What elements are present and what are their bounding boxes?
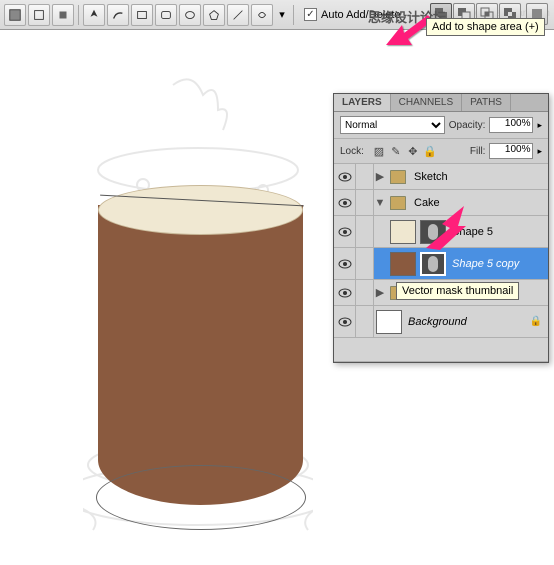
pen-tool-btn[interactable] [83,4,105,26]
lock-pixels-icon[interactable]: ✎ [389,144,403,158]
lock-all-icon[interactable]: 🔒 [423,144,437,158]
visibility-toggle[interactable] [334,248,356,279]
lock-transparency-icon[interactable]: ▨ [372,144,386,158]
rounded-rect-btn[interactable] [155,4,177,26]
vector-mask-thumbnail-selected[interactable] [420,252,446,276]
panel-tabs: LAYERS CHANNELS PATHS [334,94,548,112]
twisty-icon[interactable]: ▶ [374,170,386,183]
path-bottom-ellipse[interactable] [96,465,306,530]
lock-position-icon[interactable]: ✥ [406,144,420,158]
polygon-shape-btn[interactable] [203,4,225,26]
twisty-icon[interactable]: ▼ [374,197,386,209]
layer-row-background[interactable]: Background 🔒 [334,306,548,338]
freeform-pen-btn[interactable] [107,4,129,26]
rectangle-shape-btn[interactable] [131,4,153,26]
folder-icon [390,170,406,184]
cake-body [98,205,303,505]
shape-options-btn[interactable]: ▾ [275,4,289,26]
link-col [356,164,374,189]
visibility-toggle[interactable] [334,190,356,215]
link-col [356,306,374,337]
lock-fill-row: Lock: ▨ ✎ ✥ 🔒 Fill: 100% ▸ [334,139,548,164]
paths-btn[interactable] [28,4,50,26]
toolbar-divider-2 [293,5,294,25]
custom-shape-btn[interactable] [251,4,273,26]
cake-top-ellipse [98,185,303,235]
blend-opacity-row: Normal Opacity: 100% ▸ [334,112,548,139]
tab-layers[interactable]: LAYERS [334,94,391,111]
layer-name[interactable]: Shape 5 copy [448,258,548,270]
twisty-icon[interactable]: ▶ [374,286,386,299]
fill-label: Fill: [470,146,486,157]
cake-cylinder [98,185,303,505]
callout-arrow-2 [420,204,470,254]
tab-channels[interactable]: CHANNELS [391,94,462,111]
layer-list: ▶ Sketch ▼ Cake Shape 5 Sha [334,164,548,362]
layer-thumbnail[interactable] [390,252,416,276]
fill-pixels-btn[interactable] [52,4,74,26]
empty-layer-area [334,338,548,362]
line-shape-btn[interactable] [227,4,249,26]
layer-thumbnail[interactable] [376,310,402,334]
link-col [356,280,374,305]
auto-add-delete-checkbox[interactable]: ✓ [304,8,317,21]
blend-mode-select[interactable]: Normal [340,116,445,134]
fill-input[interactable]: 100% [489,143,533,159]
fill-flyout-icon[interactable]: ▸ [537,146,542,157]
tooltip-vector-mask: Vector mask thumbnail [396,282,519,300]
lock-icons: ▨ ✎ ✥ 🔒 [372,144,437,158]
visibility-toggle[interactable] [334,164,356,189]
ellipse-shape-btn[interactable] [179,4,201,26]
link-col [356,248,374,279]
visibility-toggle[interactable] [334,280,356,305]
layer-row-sketch[interactable]: ▶ Sketch [334,164,548,190]
link-col [356,190,374,215]
cake-artwork [58,75,338,565]
link-col [356,216,374,247]
tooltip-add-shape: Add to shape area (+) [426,18,545,36]
tab-paths[interactable]: PATHS [462,94,511,111]
layer-name[interactable]: Sketch [410,171,548,183]
layer-name[interactable]: Background [404,316,530,328]
visibility-toggle[interactable] [334,216,356,247]
folder-icon [390,196,406,210]
lock-indicator-icon: 🔒 [530,316,548,327]
lock-label: Lock: [340,146,364,157]
shape-layers-btn[interactable] [4,4,26,26]
opacity-input[interactable]: 100% [489,117,533,133]
layer-thumbnail[interactable] [390,220,416,244]
visibility-toggle[interactable] [334,306,356,337]
opacity-label: Opacity: [449,120,486,131]
opacity-flyout-icon[interactable]: ▸ [537,120,542,131]
toolbar-divider [78,5,79,25]
